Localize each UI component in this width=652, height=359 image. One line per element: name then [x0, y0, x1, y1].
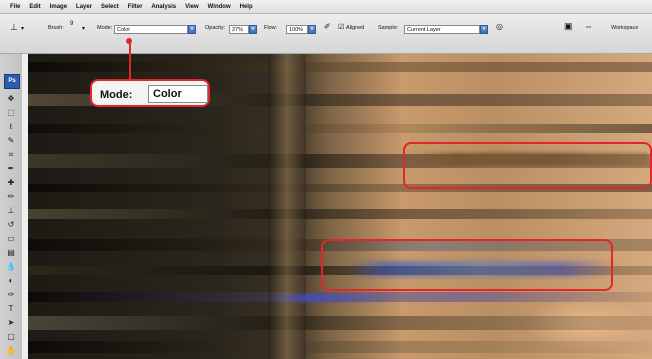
dodge-tool-icon[interactable]: ◐ — [4, 274, 18, 287]
pen-tool-icon[interactable]: ✑ — [4, 288, 18, 301]
gradient-tool-icon[interactable]: ▤ — [4, 246, 18, 259]
sample-label: Sample: — [378, 25, 399, 31]
mode-label: Mode: — [97, 25, 113, 31]
brush-picker-chevron-icon[interactable]: ▾ — [82, 25, 85, 32]
flow-label: Flow: — [264, 25, 278, 31]
brush-tool-icon[interactable]: ✏ — [4, 190, 18, 203]
hand-tool-icon[interactable]: ✋ — [4, 344, 18, 357]
eyedropper-tool-icon[interactable]: ✒ — [4, 162, 18, 175]
menu-view[interactable]: View — [185, 4, 199, 10]
callout-mode-value: Color — [148, 85, 208, 103]
image-streak — [28, 316, 652, 330]
brush-size-value[interactable]: 9 — [70, 21, 73, 27]
menu-analysis[interactable]: Analysis — [151, 4, 176, 10]
workspace-label[interactable]: Workspace — [611, 25, 638, 31]
clone-stamp-icon[interactable]: ⊥ — [10, 22, 18, 33]
sample-select[interactable]: Current Layer — [404, 25, 480, 34]
aligned-checkbox[interactable]: ☑ — [338, 23, 344, 31]
menu-bar: File Edit Image Layer Select Filter Anal… — [0, 0, 652, 14]
history-brush-tool-icon[interactable]: ↺ — [4, 218, 18, 231]
type-tool-icon[interactable]: T — [4, 302, 18, 315]
airbrush-icon[interactable]: ✐ — [324, 22, 331, 31]
blue-fringing-streak — [268, 294, 398, 302]
brush-label: Brush: — [48, 25, 64, 31]
clone-stamp-tool-icon[interactable]: ⊥ — [4, 204, 18, 217]
callout-mode-label: Mode: — [100, 89, 133, 101]
image-vertical-highlight — [268, 54, 306, 359]
menu-edit[interactable]: Edit — [29, 4, 40, 10]
mode-callout: Mode: Color — [90, 79, 210, 107]
move-tool-icon[interactable]: ✥ — [4, 92, 18, 105]
menu-file[interactable]: File — [10, 4, 20, 10]
eraser-tool-icon[interactable]: ▭ — [4, 232, 18, 245]
highlight-box-upper — [403, 142, 652, 189]
blur-tool-icon[interactable]: 💧 — [4, 260, 18, 273]
shape-tool-icon[interactable]: ▢ — [4, 330, 18, 343]
mode-dropdown-arrow-icon[interactable]: ▾ — [188, 25, 196, 34]
opacity-field[interactable]: 27% — [229, 25, 249, 34]
menu-select[interactable]: Select — [101, 4, 119, 10]
sample-dropdown-arrow-icon[interactable]: ▾ — [480, 25, 488, 34]
menu-filter[interactable]: Filter — [128, 4, 143, 10]
bridge-icon[interactable]: ⇔ — [584, 21, 593, 31]
highlight-box-lower — [321, 239, 613, 291]
clone-source-panel-icon[interactable]: ▣ — [564, 21, 573, 32]
menu-layer[interactable]: Layer — [76, 4, 92, 10]
lasso-tool-icon[interactable]: ℓ — [4, 120, 18, 133]
menu-help[interactable]: Help — [240, 4, 253, 10]
ignore-adjustment-layers-icon[interactable]: ◎ — [496, 22, 503, 31]
menu-window[interactable]: Window — [208, 4, 231, 10]
mode-select[interactable]: Color — [114, 25, 188, 34]
tools-panel: Ps ✥ ⬚ ℓ ✎ ⌗ ✒ ✚ ✏ ⊥ ↺ ▭ ▤ 💧 ◐ ✑ T ➤ ▢ ✋ — [0, 54, 23, 359]
crop-tool-icon[interactable]: ⌗ — [4, 148, 18, 161]
photoshop-logo-icon: Ps — [4, 74, 20, 89]
options-bar: ⊥ ▾ Brush: 9 ▾ Mode: Color ▾ Opacity: 27… — [0, 14, 652, 69]
aligned-label: Aligned — [346, 25, 365, 31]
image-streak — [28, 62, 652, 72]
healing-brush-tool-icon[interactable]: ✚ — [4, 176, 18, 189]
quick-select-tool-icon[interactable]: ✎ — [4, 134, 18, 147]
tool-preset-chevron-icon[interactable]: ▾ — [21, 25, 24, 32]
opacity-label: Opacity: — [205, 25, 226, 31]
image-streak — [28, 124, 652, 133]
marquee-tool-icon[interactable]: ⬚ — [4, 106, 18, 119]
menu-image[interactable]: Image — [50, 4, 67, 10]
image-streak — [28, 209, 652, 219]
path-selection-tool-icon[interactable]: ➤ — [4, 316, 18, 329]
opacity-slider-arrow-icon[interactable]: ▾ — [249, 25, 257, 34]
callout-leader-line — [129, 40, 131, 80]
image-streak — [28, 341, 652, 353]
flow-slider-arrow-icon[interactable]: ▾ — [308, 25, 316, 34]
flow-field[interactable]: 100% — [286, 25, 308, 34]
